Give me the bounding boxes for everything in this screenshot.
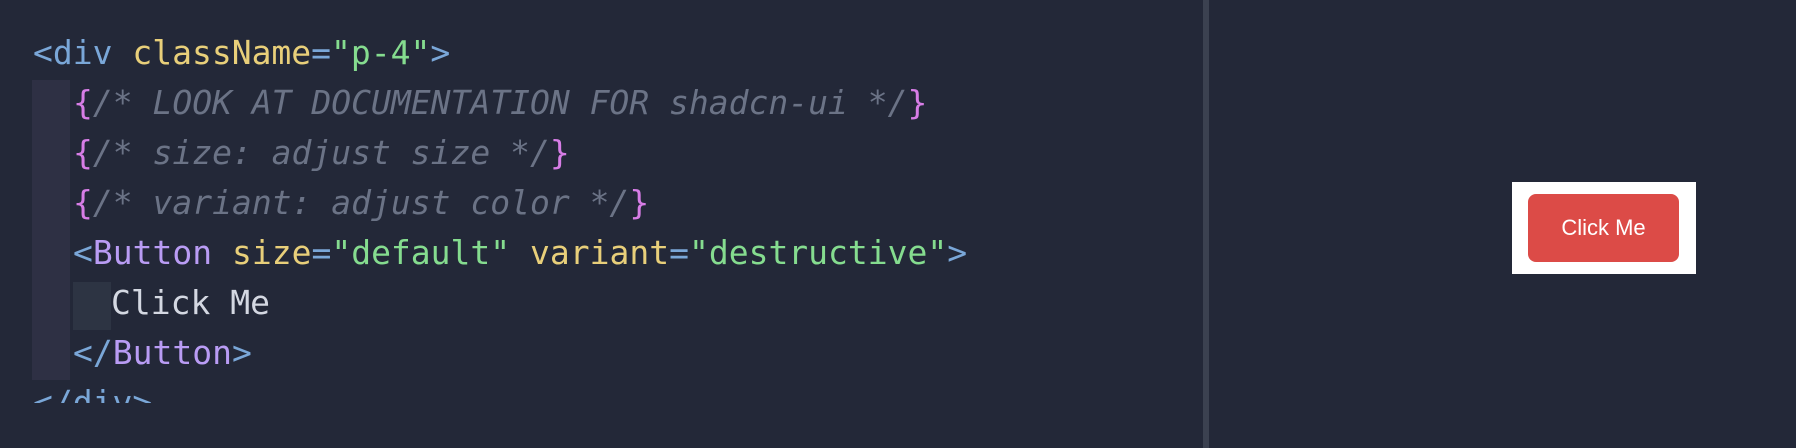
code-token: }	[549, 133, 570, 172]
app-root: <div className="p-4"> {/* LOOK AT DOCUMEN…	[0, 0, 1796, 448]
code-line: <Button size="default" variant="destruct…	[73, 228, 967, 278]
code-token: }	[629, 183, 650, 222]
click-me-button[interactable]: Click Me	[1528, 194, 1679, 262]
inner-indent-guide	[73, 282, 111, 330]
code-token: Button	[112, 333, 232, 372]
code-token: >	[231, 333, 252, 372]
code-token: <	[73, 233, 93, 272]
code-line: {/* variant: adjust color */}	[73, 178, 649, 228]
code-token: {	[73, 133, 93, 172]
code-area[interactable]: <div className="p-4"> {/* LOOK AT DOCUMEN…	[0, 0, 1203, 403]
code-token: {	[73, 183, 93, 222]
code-line: </Button>	[73, 328, 252, 378]
code-token: size	[231, 233, 312, 272]
preview-frame: Click Me	[1512, 182, 1696, 274]
code-token: "default"	[331, 233, 511, 272]
code-token: {	[73, 83, 93, 122]
code-token: }	[907, 83, 928, 122]
code-token: "p-4"	[331, 33, 431, 72]
code-token: <	[33, 33, 53, 72]
code-token: </	[33, 383, 73, 403]
code-token: /* variant: adjust color */	[92, 183, 630, 222]
code-line: Click Me	[111, 278, 270, 328]
indent-guide	[32, 80, 70, 380]
code-token: =	[311, 233, 332, 272]
code-token: variant	[530, 233, 670, 272]
code-token: Click Me	[111, 283, 270, 322]
code-token: className	[132, 33, 312, 72]
code-line: <div className="p-4">	[33, 28, 450, 78]
code-line: {/* size: adjust size */}	[73, 128, 570, 178]
code-line: </div>	[33, 378, 152, 403]
code-token: div	[72, 383, 133, 403]
code-token: /* LOOK AT DOCUMENTATION FOR shadcn-ui *…	[92, 83, 908, 122]
code-token: >	[430, 33, 451, 72]
code-token: >	[947, 233, 968, 272]
code-token: /* size: adjust size */	[92, 133, 550, 172]
code-token: div	[52, 33, 113, 72]
preview-pane: Click Me	[1209, 0, 1796, 448]
code-editor[interactable]: <div className="p-4"> {/* LOOK AT DOCUMEN…	[0, 0, 1203, 448]
code-token: =	[311, 33, 332, 72]
code-token: >	[132, 383, 153, 403]
code-token: =	[669, 233, 689, 272]
code-token: Button	[92, 233, 213, 272]
code-token: "destructive"	[688, 233, 948, 272]
code-line: {/* LOOK AT DOCUMENTATION FOR shadcn-ui …	[73, 78, 927, 128]
code-token: </	[73, 333, 113, 372]
